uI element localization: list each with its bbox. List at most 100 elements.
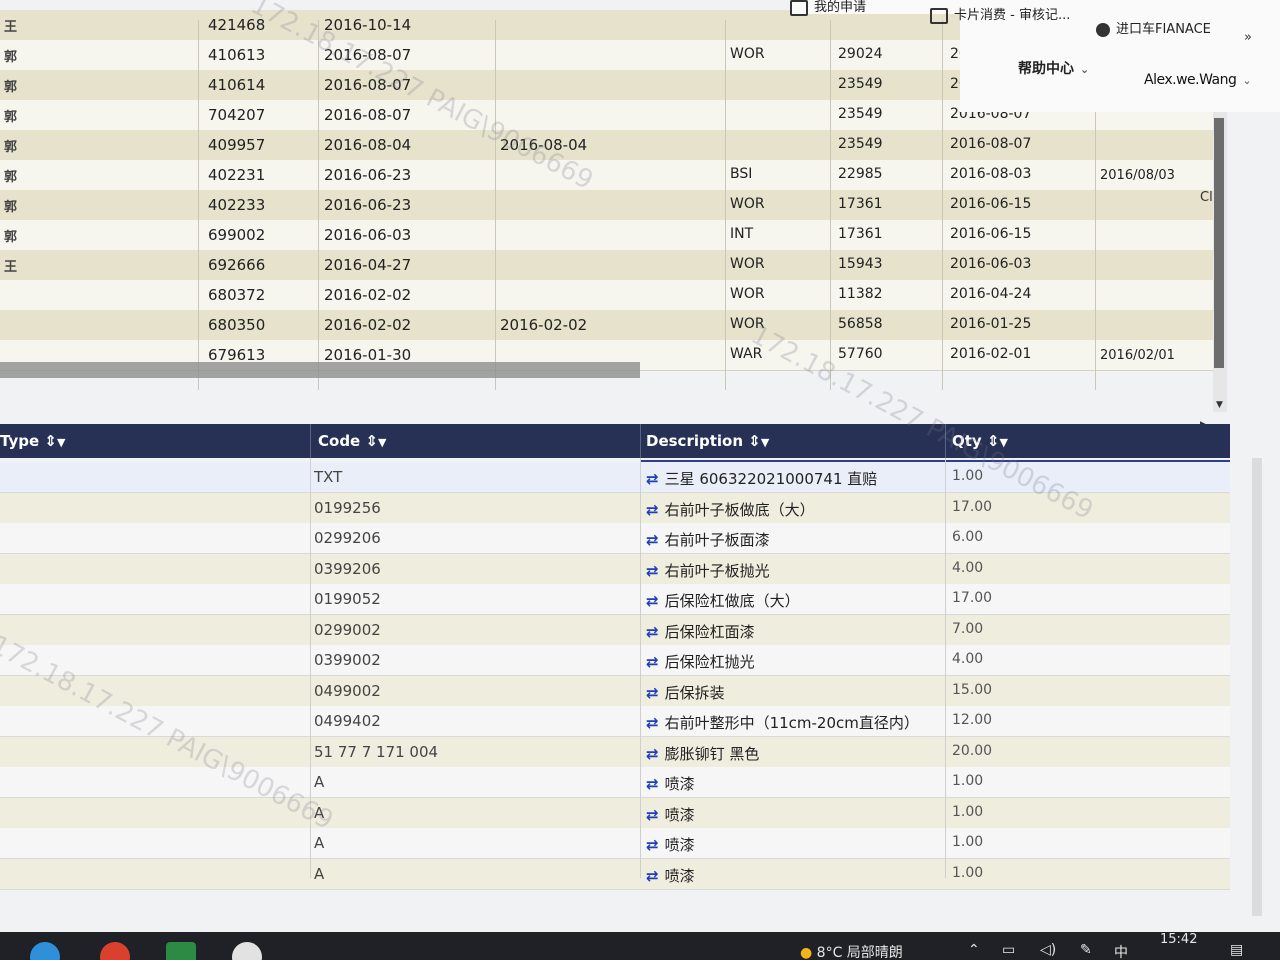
upper-cell: 2016-06-23 <box>324 196 412 214</box>
lower-table-row[interactable]: 0399002 ⇄ 后保险杠抛光 4.00 <box>0 645 1230 676</box>
upper-cell: 2016-04-24 <box>950 286 1032 302</box>
swap-arrows-icon[interactable]: ⇄ <box>646 867 659 885</box>
volume-icon[interactable]: ◁) <box>1040 942 1056 958</box>
header-label: Code <box>318 432 361 450</box>
lower-table-row[interactable]: 0299206 ⇄ 右前叶子板面漆 6.00 <box>0 523 1230 554</box>
lower-vertical-scrollbar[interactable] <box>1252 458 1262 916</box>
upper-cell: 郭 <box>4 200 18 215</box>
upper-cell: 56858 <box>838 316 883 332</box>
qty-cell: 20.00 <box>952 742 993 759</box>
browser-app-icon[interactable] <box>100 942 130 960</box>
upper-cell: 2016-04-27 <box>324 256 412 274</box>
upper-cell: 郭 <box>4 50 18 65</box>
sort-icon[interactable]: ⇕ <box>748 432 761 450</box>
screen: 王 421468 2016-10-14 郭 410613 2016-08-07 WOR 290… <box>0 0 1280 960</box>
upper-table-row[interactable]: 郭 699002 2016-06-03 INT 17361 2016-06-15 <box>0 220 1215 251</box>
swap-arrows-icon[interactable]: ⇄ <box>646 592 659 610</box>
app-icon[interactable] <box>232 942 262 960</box>
show-hidden-icons-icon[interactable]: ⌃ <box>968 942 980 958</box>
sort-icon[interactable]: ⇕ <box>44 432 57 450</box>
description-text: 后保险杠面漆 <box>664 622 755 641</box>
scroll-down-arrow-icon[interactable]: ▼ <box>1216 400 1223 410</box>
sun-icon: ● <box>800 945 813 960</box>
description-text: 右前叶整形中（11cm-20cm直径内） <box>664 714 919 732</box>
user-name: Alex.we.Wang <box>1144 72 1237 88</box>
clock[interactable]: 15:42 <box>1160 932 1197 947</box>
network-icon[interactable]: ▭ <box>1002 942 1015 958</box>
upper-table-row[interactable]: 680350 2016-02-02 2016-02-02 WOR 56858 2016-0… <box>0 310 1215 341</box>
sort-icon[interactable]: ⇕ <box>365 432 378 450</box>
upper-cell: 2016-06-03 <box>324 226 412 244</box>
more-tabs-button[interactable]: » <box>1244 30 1252 45</box>
upper-cell: WOR <box>730 286 765 302</box>
upper-table-row[interactable]: 郭 402231 2016-06-23 BSI 22985 2016-08-03 2016/… <box>0 160 1215 191</box>
swap-arrows-icon[interactable]: ⇄ <box>646 562 659 580</box>
edge-app-icon[interactable] <box>30 942 60 960</box>
excel-app-icon[interactable] <box>166 942 196 960</box>
swap-arrows-icon[interactable]: ⇄ <box>646 684 659 702</box>
upper-table-row[interactable]: 王 692666 2016-04-27 WOR 15943 2016-06-03 <box>0 250 1215 281</box>
upper-cell: 王 <box>4 20 18 35</box>
swap-arrows-icon[interactable]: ⇄ <box>646 775 659 793</box>
tab-import-finance[interactable]: 进口车FIANACE <box>1096 18 1211 37</box>
lower-table-row[interactable]: 0399206 ⇄ 右前叶子板抛光 4.00 <box>0 553 1230 585</box>
code-cell: A <box>314 834 325 852</box>
qty-cell: 12.00 <box>952 712 993 728</box>
tab-my-applications[interactable]: 我的申请 <box>790 0 866 16</box>
upper-cell: 23549 <box>838 136 883 152</box>
filter-icon[interactable]: ▼ <box>57 436 65 449</box>
help-center-label: 帮助中心 <box>1018 61 1074 77</box>
upper-cell: 15943 <box>838 256 883 272</box>
upper-cell: 11382 <box>838 286 883 302</box>
lower-table-row[interactable]: A ⇄ 喷漆 1.00 <box>0 767 1230 798</box>
swap-arrows-icon[interactable]: ⇄ <box>646 623 659 641</box>
column-header-code[interactable]: Code ⇕▼ <box>318 432 387 450</box>
upper-cell: 2016-02-02 <box>500 316 588 334</box>
swap-arrows-icon[interactable]: ⇄ <box>646 470 659 488</box>
upper-cell: 699002 <box>208 226 266 244</box>
upper-cell: 2016-08-03 <box>950 166 1032 182</box>
upper-cell: 2016-02-01 <box>950 346 1032 362</box>
document-icon <box>790 0 808 16</box>
upper-table-row[interactable]: 680372 2016-02-02 WOR 11382 2016-04-24 <box>0 280 1215 311</box>
qty-cell: 17.00 <box>952 590 993 606</box>
upper-cell: BSI <box>730 166 753 182</box>
swap-arrows-icon[interactable]: ⇄ <box>646 531 659 549</box>
lower-table-row[interactable]: 0199052 ⇄ 后保险杠做底（大） 17.00 <box>0 584 1230 615</box>
notifications-icon[interactable]: ▤ <box>1230 942 1243 958</box>
tab-card-consumption[interactable]: 卡片消费 - 审核记... <box>930 4 1070 24</box>
lower-table-row[interactable]: 0299002 ⇄ 后保险杠面漆 7.00 <box>0 614 1230 646</box>
column-header-type[interactable]: Type ⇕▼ <box>0 432 65 450</box>
upper-table-row[interactable]: 郭 402233 2016-06-23 WOR 17361 2016-06-15 <box>0 190 1215 221</box>
upper-table-row[interactable]: 郭 409957 2016-08-04 2016-08-04 23549 2016-08-… <box>0 130 1215 161</box>
upper-horizontal-scroll-thumb[interactable] <box>0 362 640 378</box>
upper-vertical-scroll-thumb[interactable] <box>1214 118 1224 368</box>
upper-cell: 2016-08-07 <box>950 136 1032 152</box>
upper-cell: 17361 <box>838 226 883 242</box>
upper-cell: 郭 <box>4 110 18 125</box>
swap-arrows-icon[interactable]: ⇄ <box>646 653 659 671</box>
ime-indicator[interactable]: 中 <box>1114 942 1128 960</box>
swap-arrows-icon[interactable]: ⇄ <box>646 501 659 519</box>
description-text: 膨胀铆钉 黑色 <box>664 744 760 763</box>
upper-cell: 692666 <box>208 256 266 274</box>
lower-table-row[interactable]: 0499002 ⇄ 后保拆装 15.00 <box>0 675 1230 707</box>
help-center-menu[interactable]: 帮助中心 ⌄ <box>1018 58 1089 78</box>
lower-table-row[interactable]: A ⇄ 喷漆 1.00 <box>0 858 1230 890</box>
code-cell: 0299002 <box>314 620 381 639</box>
weather-widget[interactable]: ● 8°C 局部晴朗 <box>800 942 903 960</box>
header-label: Description <box>646 432 744 450</box>
filter-icon[interactable]: ▼ <box>378 436 386 449</box>
code-cell: 0399002 <box>314 651 381 669</box>
description-text: 后保险杠抛光 <box>664 653 755 671</box>
pen-icon[interactable]: ✎ <box>1080 942 1092 958</box>
lower-table-row[interactable]: A ⇄ 喷漆 1.00 <box>0 828 1230 859</box>
filter-icon[interactable]: ▼ <box>761 436 769 449</box>
column-header-description[interactable]: Description ⇕▼ <box>646 432 769 450</box>
swap-arrows-icon[interactable]: ⇄ <box>646 836 659 854</box>
swap-arrows-icon[interactable]: ⇄ <box>646 745 659 763</box>
swap-arrows-icon[interactable]: ⇄ <box>646 714 659 732</box>
lower-table-row[interactable]: A ⇄ 喷漆 1.00 <box>0 797 1230 829</box>
swap-arrows-icon[interactable]: ⇄ <box>646 806 659 824</box>
user-menu[interactable]: Alex.we.Wang ⌄ <box>1144 72 1252 88</box>
